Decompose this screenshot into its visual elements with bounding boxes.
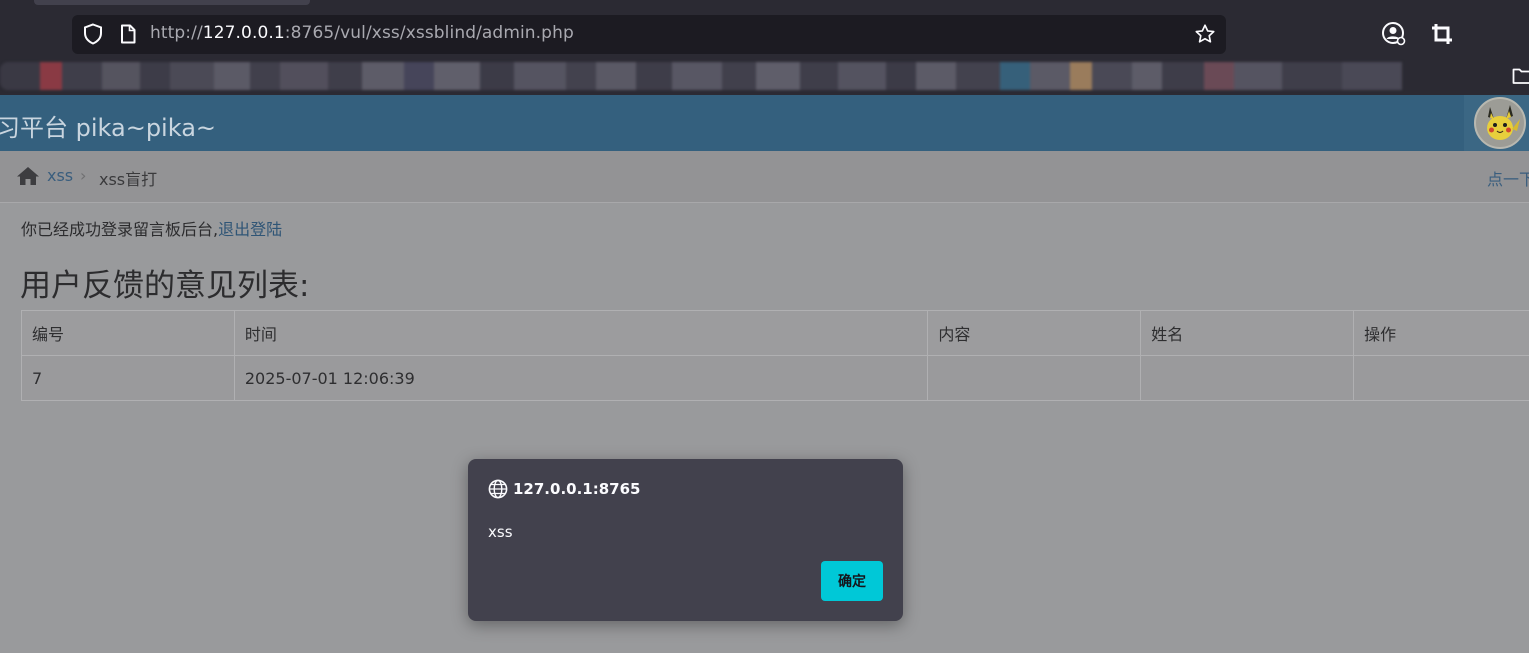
home-icon[interactable] (16, 166, 40, 190)
cell-id: 7 (21, 355, 235, 401)
url-host: 127.0.0.1 (202, 23, 285, 43)
shield-icon[interactable] (82, 23, 104, 45)
bookmarks-toolbar (0, 58, 1529, 95)
dialog-message: xss (488, 523, 513, 541)
column-header-time: 时间 (233, 310, 929, 356)
login-status-text: 你已经成功登录留言板后台, (21, 220, 219, 239)
url-path: :8765/vul/xss/xssblind/admin.php (284, 23, 574, 43)
account-icon[interactable] (1381, 21, 1407, 47)
column-header-name: 姓名 (1140, 310, 1355, 356)
alert-dialog: 127.0.0.1:8765 xss 确定 (468, 459, 903, 621)
active-tab-edge[interactable] (34, 0, 310, 5)
breadcrumb-separator: › (80, 166, 87, 185)
hint-link[interactable]: 点一下 (1487, 166, 1529, 190)
dialog-origin: 127.0.0.1:8765 (513, 480, 641, 498)
cell-time: 2025-07-01 12:06:39 (233, 355, 929, 401)
cell-content (927, 355, 1142, 401)
table-row: 7 2025-07-01 12:06:39 (21, 355, 1529, 401)
login-message: 你已经成功登录留言板后台,退出登陆 (21, 216, 282, 240)
column-header-action: 操作 (1353, 310, 1529, 356)
cell-action[interactable] (1353, 355, 1529, 401)
cell-name (1140, 355, 1355, 401)
browser-toolbar: http://127.0.0.1:8765/vul/xss/xssblind/a… (0, 0, 1529, 58)
breadcrumb-current: xss盲打 (99, 170, 158, 189)
logout-link[interactable]: 退出登陆 (218, 220, 282, 239)
bookmark-star-icon[interactable] (1194, 23, 1216, 45)
url-text[interactable]: http://127.0.0.1:8765/vul/xss/xssblind/a… (150, 23, 574, 43)
page-title: 用户反馈的意见列表: (20, 268, 310, 304)
feedback-table: 编号 时间 内容 姓名 操作 7 2025-07-01 12:06:39 (21, 310, 1529, 401)
breadcrumb-link-xss[interactable]: xss (47, 166, 73, 185)
pikachu-icon (1487, 105, 1520, 140)
avatar[interactable] (1474, 97, 1526, 149)
column-header-id: 编号 (21, 310, 235, 356)
page-info-icon[interactable] (117, 23, 139, 45)
site-title[interactable]: 习平台 pika~pika~ (0, 108, 216, 143)
site-header (0, 95, 1529, 151)
folder-icon[interactable] (1512, 67, 1529, 89)
url-bar[interactable]: http://127.0.0.1:8765/vul/xss/xssblind/a… (72, 15, 1226, 54)
globe-icon (488, 479, 508, 503)
url-scheme: http:// (150, 23, 203, 43)
ok-button[interactable]: 确定 (821, 561, 883, 601)
breadcrumb (0, 151, 1529, 203)
blurred-bookmarks (0, 62, 1500, 90)
table-header-row: 编号 时间 内容 姓名 操作 (21, 310, 1529, 356)
column-header-content: 内容 (927, 310, 1142, 356)
crop-icon[interactable] (1429, 21, 1455, 47)
